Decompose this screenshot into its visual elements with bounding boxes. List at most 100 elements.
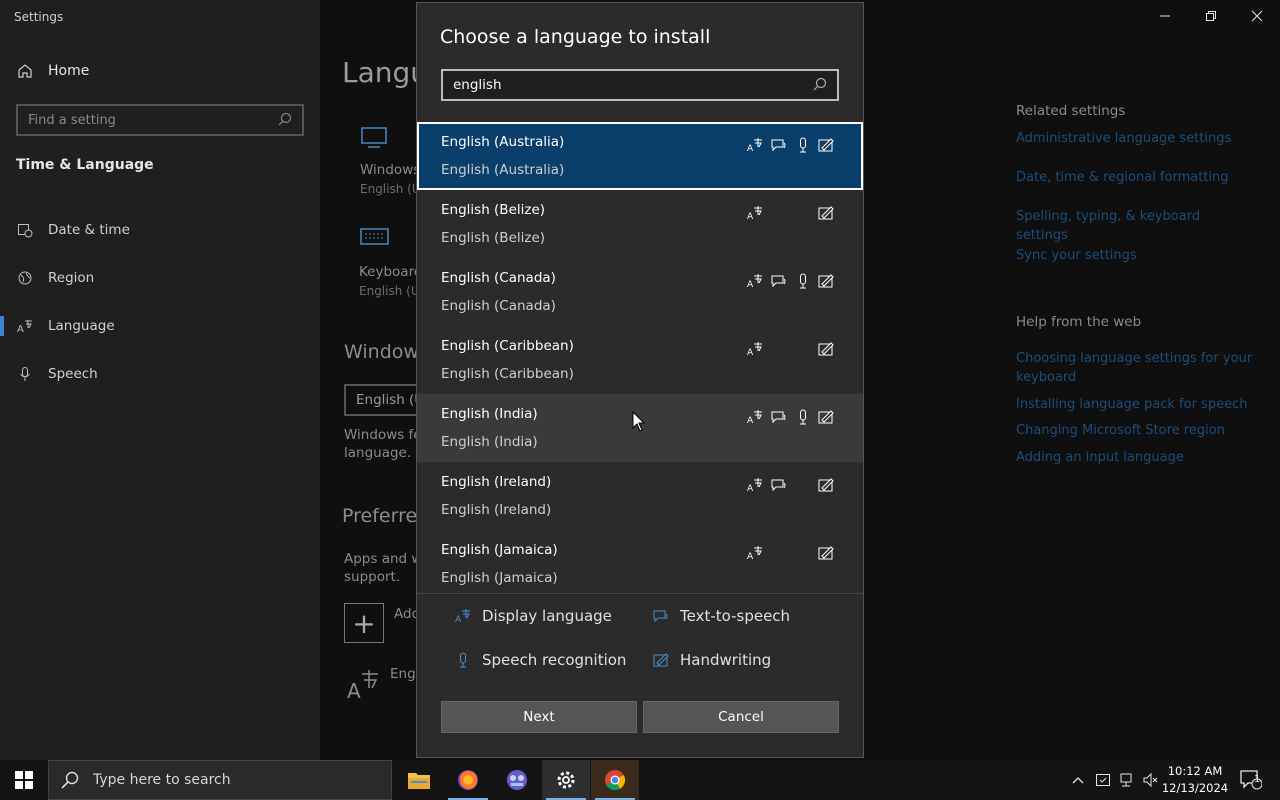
chrome-button[interactable] [591,760,639,800]
game-app-button[interactable] [493,760,541,800]
related-link[interactable]: Sync your settings [1016,246,1256,265]
show-hidden-icons-button[interactable] [1068,760,1088,800]
add-language-button[interactable]: + [344,603,384,643]
game-app-icon [507,770,527,790]
language-name: English (Jamaica) [441,542,558,558]
svg-text:A: A [747,280,754,289]
language-name: English (Canada) [441,270,556,286]
start-button[interactable] [0,760,48,800]
network-tray-button[interactable] [1116,760,1138,800]
language-row[interactable]: English (Canada) English (Canada) A [417,258,863,326]
related-link[interactable]: Administrative language settings [1016,129,1256,148]
related-link[interactable]: Spelling, typing, & keyboard settings [1016,207,1256,245]
preferred-languages-description: Apps and w support. [344,550,422,586]
svg-text:A: A [17,324,24,334]
restore-button[interactable] [1188,0,1234,32]
language-row[interactable]: English (Australia) English (Australia) A [417,122,863,190]
next-button[interactable]: Next [441,701,637,733]
help-link[interactable]: Changing Microsoft Store region [1016,421,1256,440]
legend-label: Display language [482,607,612,625]
display-language-icon: A [746,136,764,154]
microphone-icon [794,272,812,290]
language-row[interactable]: English (Jamaica) English (Jamaica) A [417,530,863,592]
display-language-icon: A [746,272,764,290]
nav-item-label: Date & time [48,222,130,238]
handwriting-icon [817,272,835,290]
microphone-icon [454,651,472,669]
language-native-name: English (Belize) [441,230,546,246]
file-explorer-icon [408,773,430,789]
svg-text:A: A [747,348,754,357]
related-link[interactable]: Date, time & regional formatting [1016,168,1256,187]
help-heading: Help from the web [1016,314,1142,330]
nav-item-region[interactable]: Region [0,254,320,302]
help-link[interactable]: Adding an input language [1016,448,1256,467]
language-name: English (Ireland) [441,474,552,490]
language-native-name: English (India) [441,434,538,450]
display-language-icon: A [454,607,472,625]
language-row[interactable]: English (Ireland) English (Ireland) A [417,462,863,530]
minimize-icon [1160,15,1170,17]
language-native-name: English (Caribbean) [441,366,574,382]
language-icon: A [346,668,380,706]
language-row[interactable]: English (Caribbean) English (Caribbean) A [417,326,863,394]
close-icon [1251,10,1263,22]
display-language-icon: A [746,476,764,494]
display-language-icon: A [746,544,764,562]
globe-icon [16,269,34,287]
notification-count: 1 [1254,774,1261,785]
volume-tray-button[interactable] [1140,760,1162,800]
language-native-name: English (Canada) [441,298,556,314]
language-name: English (Belize) [441,202,546,218]
settings-nav-pane: Settings Home Find a setting Time & Lang… [0,0,320,760]
legend-label: Handwriting [680,651,772,669]
minimize-button[interactable] [1142,0,1188,32]
chrome-icon [605,770,626,791]
windows-logo-icon [15,771,33,789]
description-line: language. [344,445,412,461]
defender-icon [1096,774,1110,786]
language-native-name: English (Jamaica) [441,570,558,586]
language-list[interactable]: English (Australia) English (Australia) A E… [417,122,863,592]
help-link[interactable]: Choosing language settings for your keyb… [1016,349,1256,387]
taskbar-clock[interactable]: 10:12 AM 12/13/2024 [1160,763,1230,797]
language-row[interactable]: English (Belize) English (Belize) A [417,190,863,258]
dialog-title: Choose a language to install [440,26,711,48]
monitor-icon [360,126,390,154]
language-search-input[interactable]: english [441,69,839,101]
language-name: English (Australia) [441,134,565,150]
nav-item-speech[interactable]: Speech [0,350,320,398]
cancel-button[interactable]: Cancel [643,701,839,733]
handwriting-icon [817,204,835,222]
svg-text:A: A [747,484,754,493]
clock-time: 10:12 AM [1167,764,1223,778]
preferred-language-entry[interactable]: Engl [390,666,419,682]
tile-label: Keyboard [359,264,423,280]
nav-item-label: Region [48,270,95,286]
settings-taskbar-button[interactable] [542,760,590,800]
windows-display-language-tile[interactable]: Windows English (U [360,162,421,196]
help-link[interactable]: Installing language pack for speech [1016,395,1256,414]
tile-sub: English (U [359,284,420,298]
language-icon: A [16,317,34,335]
nav-home[interactable]: Home [16,62,89,80]
tile-label: Windows [360,162,421,178]
action-center-button[interactable]: 1 [1234,760,1268,800]
find-setting-placeholder: Find a setting [28,112,116,128]
close-button[interactable] [1234,0,1280,32]
taskbar-search-box[interactable]: Type here to search [48,760,392,800]
security-tray-button[interactable] [1092,760,1114,800]
microphone-icon [794,136,812,154]
legend-display-language: A Display language [454,607,612,625]
windows-display-heading: Window [344,341,419,363]
nav-item-date-time[interactable]: Date & time [0,206,320,254]
file-explorer-button[interactable] [395,760,443,800]
nav-item-language[interactable]: A Language [0,302,320,350]
keyboard-tile[interactable]: Keyboard English (U [359,264,422,298]
home-icon [16,62,34,80]
firefox-button[interactable] [444,760,492,800]
display-language-icon: A [746,408,764,426]
network-icon [1120,773,1132,787]
find-setting-input[interactable]: Find a setting [16,104,304,136]
search-icon[interactable] [813,76,827,95]
